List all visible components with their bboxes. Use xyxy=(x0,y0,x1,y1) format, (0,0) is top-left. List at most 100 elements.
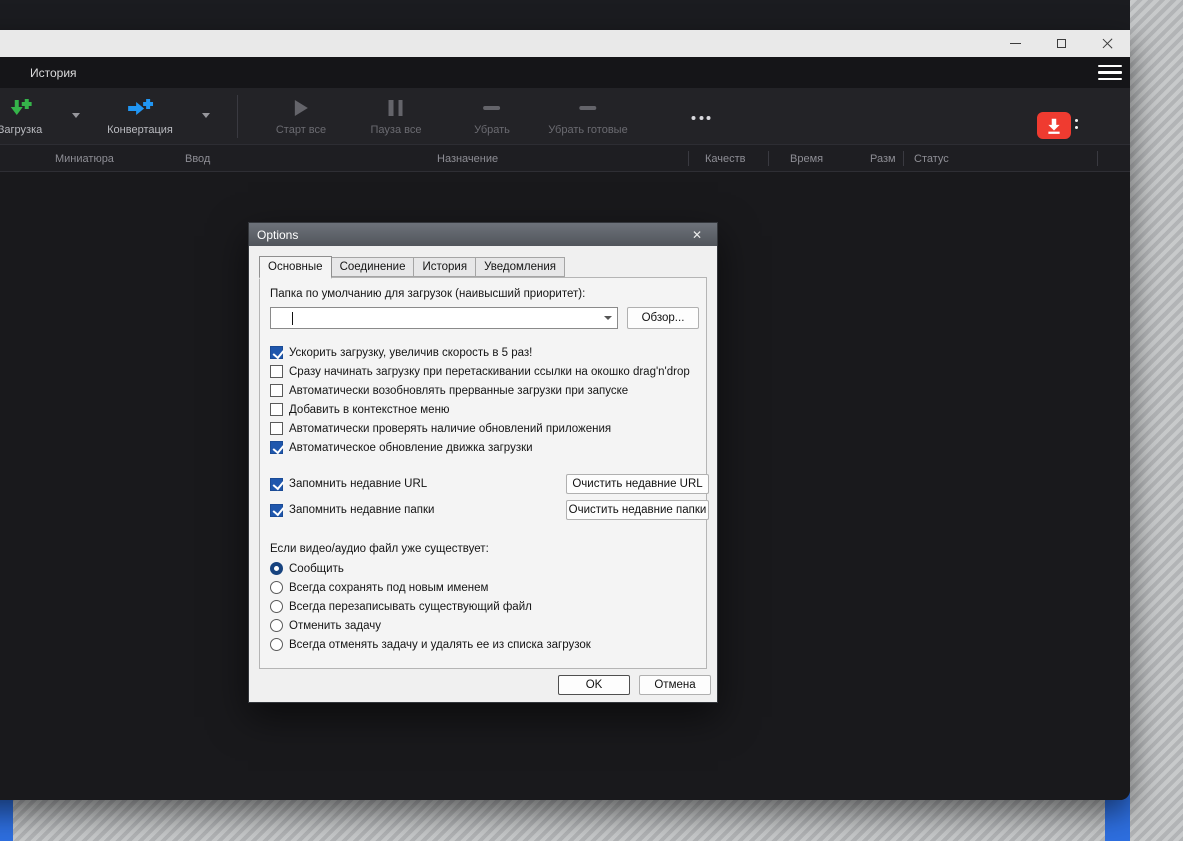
remember-recent-urls-row: Запомнить недавние URL Очистить недавние… xyxy=(270,474,427,494)
options-dialog: Options ✕ Основные Соединение История Ув… xyxy=(248,222,718,703)
checkbox-remember-folders[interactable] xyxy=(270,504,283,517)
dialog-titlebar[interactable]: Options ✕ xyxy=(249,223,717,246)
hamburger-icon xyxy=(1098,65,1122,67)
toolbar-label: Убрать готовые xyxy=(548,124,627,136)
checkbox-label: Автоматически возобновлять прерванные за… xyxy=(289,385,628,397)
minimize-button[interactable] xyxy=(992,30,1038,57)
convert-icon xyxy=(127,98,154,118)
radio-circle[interactable] xyxy=(270,562,283,575)
radio-save-new-name[interactable]: Всегда сохранять под новым именем xyxy=(270,581,591,594)
toolbar-convert-button[interactable]: Конвертация xyxy=(107,98,173,136)
toolbar-separator xyxy=(237,95,238,138)
checkbox-resume-on-start[interactable]: Автоматически возобновлять прерванные за… xyxy=(270,384,690,397)
checkbox-box[interactable] xyxy=(270,346,283,359)
default-folder-label: Папка по умолчанию для загрузок (наивысш… xyxy=(270,288,585,300)
close-button[interactable] xyxy=(1084,30,1130,57)
dialog-title: Options xyxy=(257,228,298,242)
checkbox-box[interactable] xyxy=(270,365,283,378)
checkbox-check-app-updates[interactable]: Автоматически проверять наличие обновлен… xyxy=(270,422,690,435)
column-separator[interactable] xyxy=(903,151,904,166)
maximize-icon xyxy=(1057,39,1066,48)
checkbox-label: Запомнить недавние папки xyxy=(289,504,434,516)
checkbox-box[interactable] xyxy=(270,441,283,454)
wallpaper-blue-accent-left xyxy=(0,798,13,841)
clear-recent-folders-button[interactable]: Очистить недавние папки xyxy=(566,500,709,520)
toolbar-add-download-button[interactable]: Загрузка xyxy=(0,98,42,136)
column-thumbnail[interactable]: Миниатюра xyxy=(55,153,114,165)
menu-item-history[interactable]: История xyxy=(30,66,77,80)
column-separator[interactable] xyxy=(1097,151,1098,166)
chevron-down-icon xyxy=(604,316,612,320)
column-time[interactable]: Время xyxy=(790,153,823,165)
radio-label: Сообщить xyxy=(289,563,344,575)
toolbar-label: Старт все xyxy=(276,124,326,136)
toolbar-pause-all-button[interactable]: Пауза все xyxy=(371,98,422,136)
radio-notify[interactable]: Сообщить xyxy=(270,562,591,575)
checkbox-remember-urls[interactable] xyxy=(270,478,283,491)
remove-icon xyxy=(484,98,501,118)
column-quality[interactable]: Качеств xyxy=(705,153,746,165)
convert-dropdown-chevron-icon[interactable] xyxy=(202,113,210,118)
remember-recent-folders-row: Запомнить недавние папки Очистить недавн… xyxy=(270,500,434,520)
column-separator[interactable] xyxy=(768,151,769,166)
toolbar-start-all-button[interactable]: Старт все xyxy=(276,98,326,136)
column-size[interactable]: Разм xyxy=(870,153,896,165)
download-dropdown-chevron-icon[interactable] xyxy=(72,113,80,118)
toolbar: Загрузка Конвертация Старт все xyxy=(0,88,1130,145)
checkbox-box[interactable] xyxy=(270,422,283,435)
more-icon xyxy=(692,108,711,128)
toolbar-remove-button[interactable]: Убрать xyxy=(474,98,510,136)
checkbox-engine-autoupdate[interactable]: Автоматическое обновление движка загрузк… xyxy=(270,441,690,454)
radio-circle[interactable] xyxy=(270,638,283,651)
column-destination[interactable]: Назначение xyxy=(437,153,498,165)
radio-label: Всегда сохранять под новым именем xyxy=(289,582,488,594)
pause-icon xyxy=(389,98,403,118)
toolbar-more-button[interactable] xyxy=(692,108,711,134)
column-status[interactable]: Статус xyxy=(914,153,949,165)
clear-recent-urls-button[interactable]: Очистить недавние URL xyxy=(566,474,709,494)
file-exists-label: Если видео/аудио файл уже существует: xyxy=(270,543,489,555)
radio-cancel-task[interactable]: Отменить задачу xyxy=(270,619,591,632)
radio-label: Всегда перезаписывать существующий файл xyxy=(289,601,532,613)
radio-overwrite[interactable]: Всегда перезаписывать существующий файл xyxy=(270,600,591,613)
file-exists-radio-group: Сообщить Всегда сохранять под новым имен… xyxy=(270,562,591,651)
column-separator[interactable] xyxy=(688,151,689,166)
checkbox-label: Сразу начинать загрузку при перетаскиван… xyxy=(289,366,690,378)
options-checkbox-group: Ускорить загрузку, увеличив скорость в 5… xyxy=(270,346,690,454)
cancel-button[interactable]: Отмена xyxy=(639,675,711,695)
dialog-close-button[interactable]: ✕ xyxy=(685,228,709,242)
toolbar-remove-finished-button[interactable]: Убрать готовые xyxy=(548,98,627,136)
drag-handle-dots-icon[interactable] xyxy=(1075,119,1078,133)
radio-label: Всегда отменять задачу и удалять ее из с… xyxy=(289,639,591,651)
checkbox-drag-drop-start[interactable]: Сразу начинать загрузку при перетаскиван… xyxy=(270,365,690,378)
radio-circle[interactable] xyxy=(270,600,283,613)
toolbar-label: Пауза все xyxy=(371,124,422,136)
default-folder-combobox[interactable] xyxy=(270,307,618,329)
checkbox-box[interactable] xyxy=(270,384,283,397)
radio-label: Отменить задачу xyxy=(289,620,381,632)
column-input[interactable]: Ввод xyxy=(185,153,210,165)
tab-connection[interactable]: Соединение xyxy=(332,257,415,277)
checkbox-label: Автоматически проверять наличие обновлен… xyxy=(289,423,611,435)
add-download-icon xyxy=(8,98,32,118)
tab-panel-general: Папка по умолчанию для загрузок (наивысш… xyxy=(259,277,707,669)
checkbox-box[interactable] xyxy=(270,403,283,416)
toolbar-label: Загрузка xyxy=(0,124,42,136)
ok-button[interactable]: OK xyxy=(558,675,630,695)
maximize-button[interactable] xyxy=(1038,30,1084,57)
checkbox-label: Ускорить загрузку, увеличив скорость в 5… xyxy=(289,347,532,359)
checkbox-context-menu[interactable]: Добавить в контекстное меню xyxy=(270,403,690,416)
browse-button[interactable]: Обзор... xyxy=(627,307,699,329)
dialog-tabs: Основные Соединение История Уведомления xyxy=(259,256,565,277)
combobox-dropdown-button[interactable] xyxy=(599,308,617,328)
radio-circle[interactable] xyxy=(270,619,283,632)
quick-download-button[interactable] xyxy=(1037,112,1071,139)
radio-circle[interactable] xyxy=(270,581,283,594)
hamburger-menu-button[interactable] xyxy=(1098,65,1122,84)
tab-general[interactable]: Основные xyxy=(259,256,332,279)
radio-cancel-and-remove[interactable]: Всегда отменять задачу и удалять ее из с… xyxy=(270,638,591,651)
default-folder-input[interactable] xyxy=(273,309,597,327)
checkbox-speed-boost[interactable]: Ускорить загрузку, увеличив скорость в 5… xyxy=(270,346,690,359)
tab-history[interactable]: История xyxy=(414,257,476,277)
tab-notifications[interactable]: Уведомления xyxy=(476,257,565,277)
